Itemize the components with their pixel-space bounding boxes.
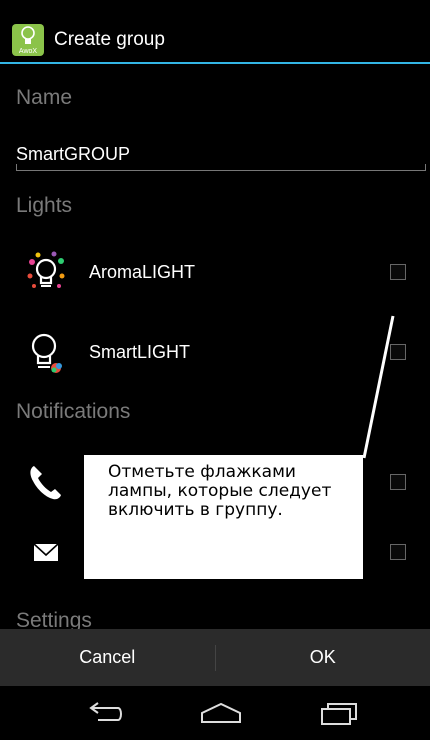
dialog-button-bar: Cancel OK <box>0 629 430 686</box>
back-icon[interactable] <box>84 700 124 726</box>
recent-apps-icon[interactable] <box>318 700 360 726</box>
ok-button[interactable]: OK <box>216 647 430 668</box>
navigation-bar <box>0 686 430 740</box>
cancel-button[interactable]: Cancel <box>0 647 215 668</box>
help-tooltip: Отметьте флажками лампы, которые следует… <box>84 455 363 579</box>
home-icon[interactable] <box>198 700 244 726</box>
